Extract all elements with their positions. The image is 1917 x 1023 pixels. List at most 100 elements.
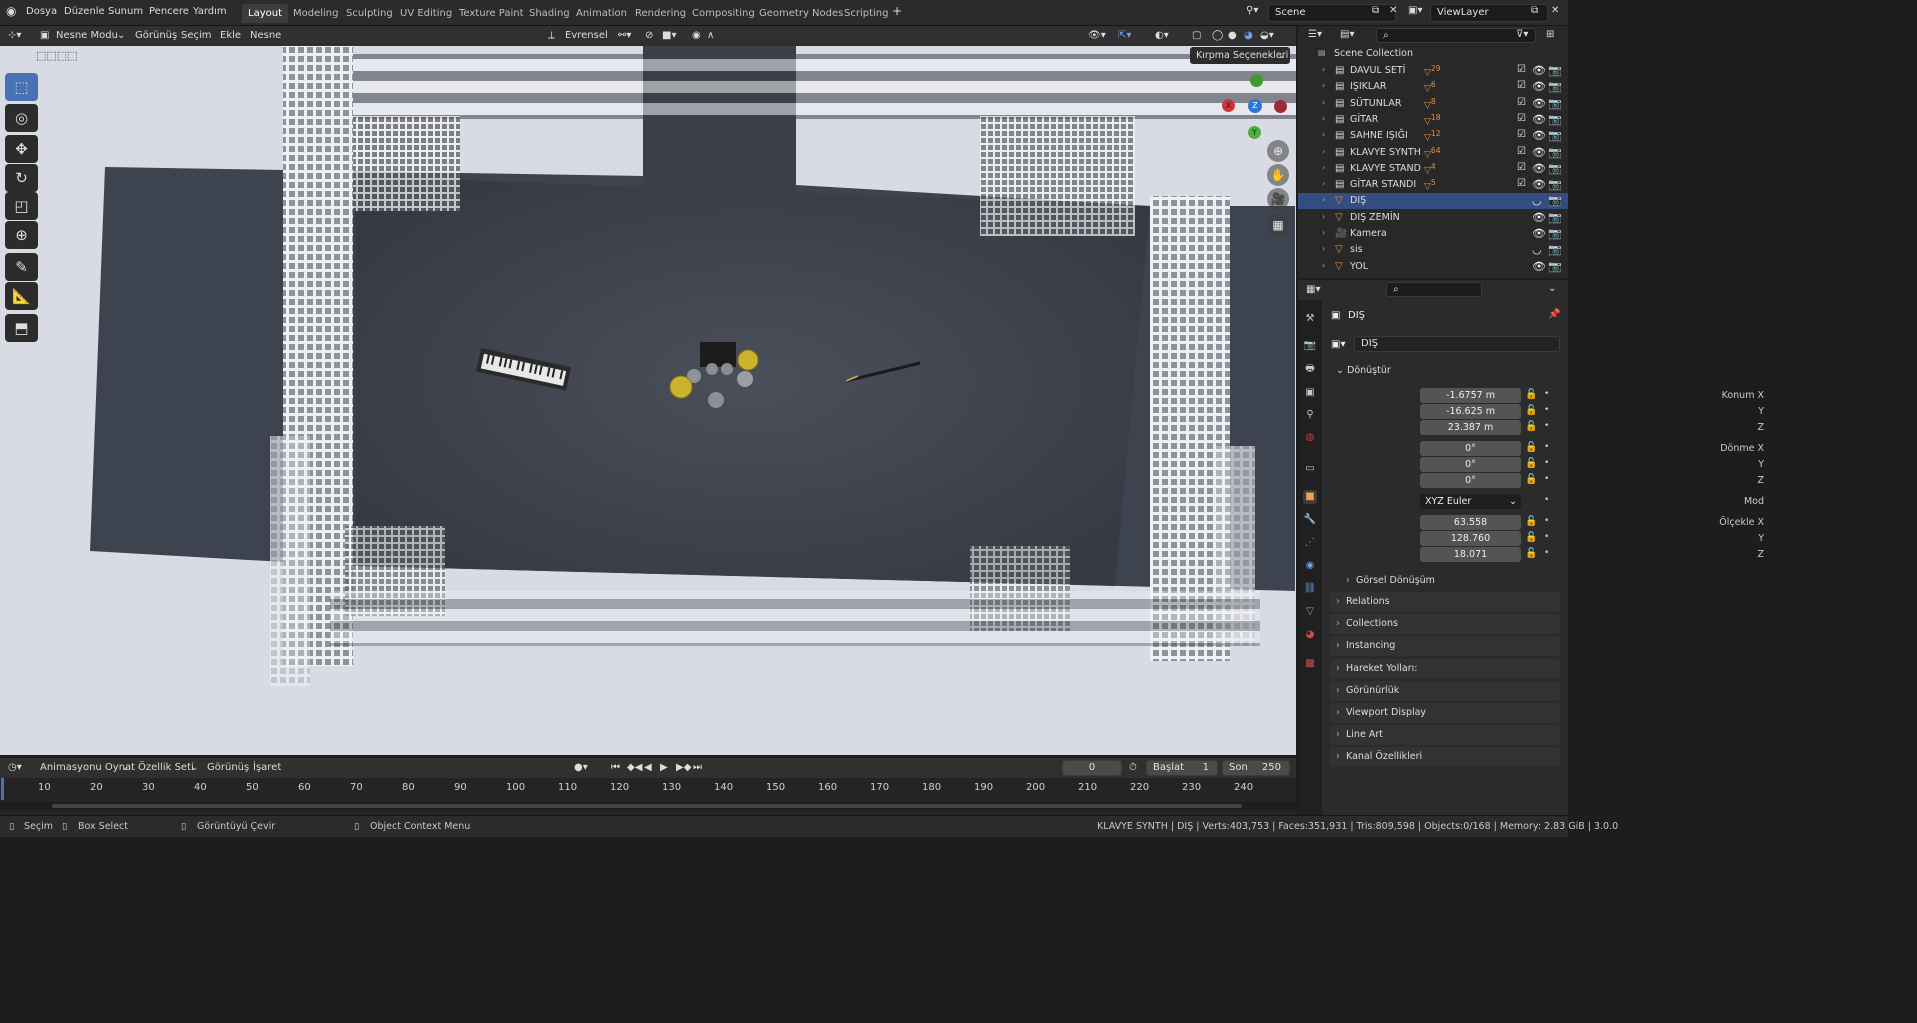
copy-scene-icon[interactable]: ⧉ bbox=[1372, 5, 1379, 16]
gizmo-toggle-icon[interactable]: ⇱▾ bbox=[1118, 30, 1131, 41]
expand-arrow-icon[interactable]: › bbox=[1322, 130, 1325, 139]
checkbox-icon[interactable]: ☑ bbox=[1517, 113, 1526, 124]
timeline-scrollbar[interactable] bbox=[0, 802, 1296, 810]
checkbox-icon[interactable]: ☑ bbox=[1517, 178, 1526, 189]
tab-uv-editing[interactable]: UV Editing bbox=[394, 4, 458, 23]
material-tab-icon[interactable]: ◕ bbox=[1303, 628, 1317, 642]
eye-icon[interactable]: 👁 bbox=[1532, 178, 1546, 191]
eye-icon[interactable]: 👁 bbox=[1532, 97, 1546, 110]
outliner-row[interactable]: › ▤ IŞIKLAR ▽6 ☑ 👁 📷 bbox=[1298, 79, 1568, 95]
marker-menu[interactable]: İşaret bbox=[253, 762, 281, 773]
outliner-row[interactable]: › ▤ KLAVYE STAND ▽4 ☑ 👁 📷 bbox=[1298, 161, 1568, 177]
snap-target-icon[interactable]: ■▾ bbox=[662, 30, 676, 41]
checkbox-icon[interactable]: ☑ bbox=[1517, 162, 1526, 173]
xray-icon[interactable]: ▢ bbox=[1192, 30, 1201, 41]
tab-texture-paint[interactable]: Texture Paint bbox=[453, 4, 530, 23]
camera-render-icon[interactable]: 📷 bbox=[1548, 97, 1562, 110]
y-neg-axis-icon[interactable] bbox=[1250, 74, 1263, 87]
expand-arrow-icon[interactable]: › bbox=[1322, 147, 1325, 156]
menu-window[interactable]: Pencere bbox=[149, 6, 189, 17]
eye-icon[interactable]: 👁 bbox=[1532, 129, 1546, 142]
outliner-row[interactable]: › ▤ KLAVYE SYNTH ▽64 ☑ 👁 📷 bbox=[1298, 145, 1568, 161]
timeline-view-menu[interactable]: Görünüş bbox=[207, 762, 249, 773]
transform-panel-header[interactable]: ⌄ Dönüştür bbox=[1330, 361, 1560, 381]
filter-icon[interactable]: ⊽▾ bbox=[1516, 29, 1528, 40]
scene-collection-row[interactable]: ▤ Scene Collection bbox=[1298, 46, 1568, 62]
expand-arrow-icon[interactable]: › bbox=[1322, 81, 1325, 90]
lock-icon[interactable]: 🔓 bbox=[1525, 548, 1537, 559]
start-frame-field[interactable]: Başlat 1 bbox=[1146, 760, 1218, 776]
rotate-tool[interactable]: ↻ bbox=[5, 164, 38, 192]
expand-arrow-icon[interactable]: › bbox=[1322, 212, 1325, 221]
menu-edit[interactable]: Düzenle bbox=[64, 6, 105, 17]
world-tab-icon[interactable]: ◍ bbox=[1303, 431, 1317, 445]
scene-tab-icon[interactable]: ⚲ bbox=[1303, 408, 1317, 422]
3d-viewport[interactable]: ⬚ ◎ ✥ ↻ ◰ ⊕ ✎ 📐 ⬒ ⬚⬚⬚⬚ Kırpma Seçenekler… bbox=[0, 46, 1296, 755]
eye-icon[interactable]: 👁 bbox=[1532, 162, 1546, 175]
constraints-tab-icon[interactable]: ⛓ bbox=[1303, 582, 1317, 596]
camera-render-icon[interactable]: 📷 bbox=[1548, 194, 1562, 207]
lock-icon[interactable]: 🔓 bbox=[1525, 458, 1537, 469]
chevron-down-icon[interactable]: ⌄ bbox=[1548, 283, 1556, 294]
tab-sculpting[interactable]: Sculpting bbox=[340, 4, 399, 23]
checkbox-icon[interactable]: ☑ bbox=[1517, 129, 1526, 140]
scrollbar-thumb[interactable] bbox=[52, 804, 1242, 808]
lock-icon[interactable]: 🔓 bbox=[1525, 532, 1537, 543]
render-tab-icon[interactable]: 📷 bbox=[1303, 339, 1317, 353]
x-neg-axis-icon[interactable] bbox=[1274, 100, 1287, 113]
jump-end-icon[interactable]: ⏭ bbox=[693, 762, 702, 773]
camera-render-icon[interactable]: 📷 bbox=[1548, 64, 1562, 77]
expand-arrow-icon[interactable]: › bbox=[1322, 244, 1325, 253]
tool-tab-icon[interactable]: ⚒ bbox=[1303, 312, 1317, 326]
outliner-row[interactable]: › ▽ DIŞ ZEMİN 👁 📷 bbox=[1298, 210, 1568, 226]
move-tool[interactable]: ✥ bbox=[5, 135, 38, 163]
pivot-icon[interactable]: ⚯▾ bbox=[618, 30, 631, 41]
expand-arrow-icon[interactable]: › bbox=[1322, 65, 1325, 74]
play-icon[interactable]: ▶ bbox=[660, 762, 668, 773]
editor-type-icon[interactable]: ⊹▾ bbox=[8, 30, 21, 41]
pin-icon[interactable]: 📌 bbox=[1548, 309, 1560, 320]
tab-modeling[interactable]: Modeling bbox=[287, 4, 345, 23]
eye-icon[interactable]: ◡ bbox=[1532, 243, 1542, 256]
texture-tab-icon[interactable]: ▩ bbox=[1303, 657, 1317, 671]
display-mode-icon[interactable]: ▤▾ bbox=[1340, 29, 1354, 40]
y-axis-icon[interactable]: Y bbox=[1248, 126, 1261, 139]
properties-search-input[interactable]: ⌕ bbox=[1386, 282, 1482, 297]
keyframe-dot-icon[interactable]: • bbox=[1544, 532, 1549, 542]
camera-render-icon[interactable]: 📷 bbox=[1548, 80, 1562, 93]
keyframe-dot-icon[interactable]: • bbox=[1544, 474, 1549, 484]
camera-render-icon[interactable]: 📷 bbox=[1548, 129, 1562, 142]
expand-arrow-icon[interactable]: › bbox=[1322, 179, 1325, 188]
current-frame-field[interactable]: 0 bbox=[1062, 760, 1122, 776]
camera-render-icon[interactable]: 📷 bbox=[1548, 243, 1562, 256]
prev-keyframe-icon[interactable]: ◆◀ bbox=[627, 762, 642, 773]
x-axis-icon[interactable]: X bbox=[1222, 99, 1235, 112]
physics-tab-icon[interactable]: ◉ bbox=[1303, 559, 1317, 573]
object-name-field[interactable]: DIŞ bbox=[1354, 336, 1560, 352]
rendered-shading-icon[interactable]: ◒▾ bbox=[1260, 30, 1274, 41]
falloff-icon[interactable]: ∧ bbox=[707, 30, 714, 41]
checkbox-icon[interactable]: ☑ bbox=[1517, 146, 1526, 157]
expand-arrow-icon[interactable]: › bbox=[1322, 163, 1325, 172]
add-workspace-icon[interactable]: + bbox=[892, 4, 902, 18]
outliner-row[interactable]: › ▽ sis ◡ 📷 bbox=[1298, 242, 1568, 258]
playhead[interactable] bbox=[1, 778, 4, 800]
rotation-mode-dropdown[interactable]: XYZ Euler ⌄ bbox=[1420, 494, 1521, 509]
keyframe-dot-icon[interactable]: • bbox=[1544, 458, 1549, 468]
scale-z-field[interactable]: 18.071 bbox=[1420, 547, 1521, 562]
new-collection-icon[interactable]: ⊞ bbox=[1546, 29, 1554, 40]
outliner-editor-icon[interactable]: ☰▾ bbox=[1308, 29, 1322, 40]
panel-header[interactable]: Görünürlük bbox=[1330, 680, 1560, 701]
menu-render[interactable]: Sunum bbox=[108, 6, 143, 17]
tab-geometry-nodes[interactable]: Geometry Nodes bbox=[753, 4, 849, 23]
modifier-tab-icon[interactable]: 🔧 bbox=[1303, 513, 1317, 527]
rotation-y-field[interactable]: 0° bbox=[1420, 457, 1521, 472]
play-reverse-icon[interactable]: ◀ bbox=[644, 762, 652, 773]
camera-render-icon[interactable]: 📷 bbox=[1548, 162, 1562, 175]
keyframe-dot-icon[interactable]: • bbox=[1544, 495, 1549, 505]
transform-tool[interactable]: ⊕ bbox=[5, 221, 38, 249]
camera-render-icon[interactable]: 📷 bbox=[1548, 146, 1562, 159]
camera-render-icon[interactable]: 📷 bbox=[1548, 260, 1562, 273]
outliner-row[interactable]: › ▤ GİTAR ▽18 ☑ 👁 📷 bbox=[1298, 112, 1568, 128]
outliner-row[interactable]: › ▤ SÜTUNLAR ▽8 ☑ 👁 📷 bbox=[1298, 96, 1568, 112]
